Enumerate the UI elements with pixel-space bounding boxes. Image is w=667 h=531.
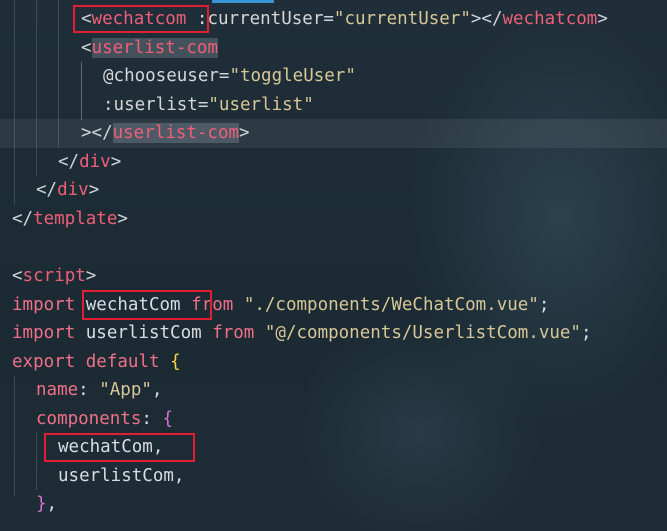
code-token: : xyxy=(141,409,163,429)
code-token: , xyxy=(151,380,163,400)
code-line-current[interactable]: ></userlist-com> xyxy=(0,119,667,148)
code-token: "@/components/UserlistCom.vue" xyxy=(264,323,581,343)
tab-indicator xyxy=(212,0,274,3)
code-token: ></ xyxy=(470,9,503,29)
code-line[interactable]: userlistCom, xyxy=(58,462,184,491)
code-token: :userlist xyxy=(103,95,198,115)
code-token: > xyxy=(88,180,100,200)
code-token: </ xyxy=(12,209,34,229)
code-token: "toggleUser" xyxy=(229,66,356,86)
code-token: { xyxy=(162,409,173,429)
code-token: userlist-com xyxy=(112,123,240,143)
code-line[interactable]: <userlist-com xyxy=(81,34,218,63)
code-token: :currentUser xyxy=(196,9,324,29)
code-token: = xyxy=(197,95,209,115)
indent-guide xyxy=(81,62,82,120)
code-token: import xyxy=(12,323,76,343)
code-line[interactable]: <script> xyxy=(12,262,96,291)
code-token: < xyxy=(12,266,23,286)
code-line[interactable]: name: "App", xyxy=(36,376,162,405)
code-token: template xyxy=(33,209,118,229)
code-token: </ xyxy=(36,180,58,200)
code-line[interactable]: ></userlist-com> xyxy=(81,119,250,148)
code-token: userlist-com xyxy=(91,38,218,58)
code-line[interactable]: }, xyxy=(36,490,57,519)
code-line[interactable]: import userlistCom from "@/components/Us… xyxy=(12,319,592,348)
code-token: "./components/WeChatCom.vue" xyxy=(243,295,539,315)
code-editor[interactable]: <wechatcom :currentUser="currentUser"></… xyxy=(0,0,667,531)
code-token: : xyxy=(78,380,100,400)
code-token: "userlist" xyxy=(208,95,314,115)
code-token: > xyxy=(117,209,128,229)
code-token: > xyxy=(239,123,250,143)
code-token: { xyxy=(170,352,181,372)
code-token: } xyxy=(36,494,47,514)
code-token: div xyxy=(79,152,111,172)
code-token: userlistCom xyxy=(75,323,213,343)
code-token: script xyxy=(22,266,86,286)
code-token: default xyxy=(85,352,160,372)
code-token: import xyxy=(12,295,76,315)
code-token: "App" xyxy=(99,380,152,400)
code-token: = xyxy=(218,66,230,86)
code-token: div xyxy=(57,180,89,200)
code-token: components xyxy=(36,409,142,429)
code-token: , xyxy=(173,466,185,486)
code-token: ></ xyxy=(81,123,113,143)
indent-guide xyxy=(14,376,15,496)
code-token: from xyxy=(212,323,255,343)
code-token: ; xyxy=(580,323,592,343)
code-token: ; xyxy=(538,295,550,315)
code-token: > xyxy=(110,152,122,172)
annotation-box-wechatcom-component xyxy=(44,433,195,462)
indent-guide xyxy=(36,432,37,490)
annotation-box-wechatcom-import xyxy=(82,290,212,320)
code-token: "currentUser" xyxy=(333,9,471,29)
code-token: export xyxy=(12,352,76,372)
code-line[interactable]: @chooseuser="toggleUser" xyxy=(103,62,356,91)
code-line[interactable]: components: { xyxy=(36,405,173,434)
code-line[interactable]: </div> xyxy=(36,176,99,205)
code-token: userlistCom xyxy=(58,466,174,486)
code-token: @chooseuser xyxy=(103,66,219,86)
annotation-box-wechatcom-tag xyxy=(73,5,209,33)
code-token: </ xyxy=(58,152,80,172)
code-line[interactable]: export default { xyxy=(12,348,181,377)
code-token: = xyxy=(323,9,334,29)
code-line[interactable]: </template> xyxy=(12,205,128,234)
code-token: name xyxy=(36,380,79,400)
code-token: > xyxy=(597,9,608,29)
code-token: , xyxy=(46,494,58,514)
code-token: wechatcom xyxy=(502,9,598,29)
code-line[interactable]: </div> xyxy=(58,148,121,177)
code-token: > xyxy=(85,266,97,286)
code-token: < xyxy=(81,38,92,58)
code-line[interactable]: :userlist="userlist" xyxy=(103,91,314,120)
